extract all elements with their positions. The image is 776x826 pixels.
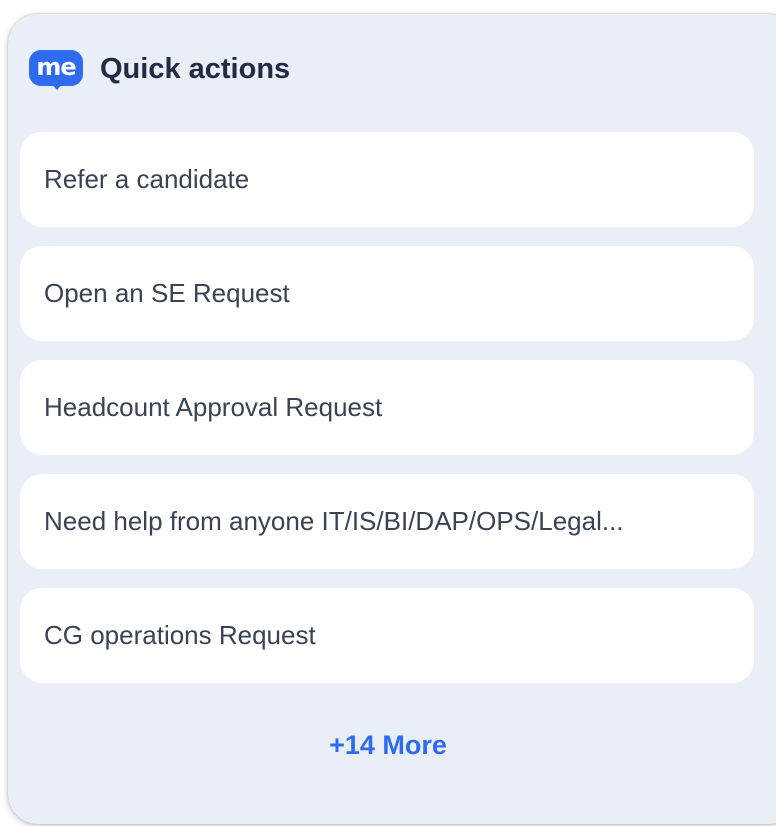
action-label: Headcount Approval Request bbox=[44, 392, 383, 422]
action-label: Open an SE Request bbox=[44, 278, 290, 308]
action-label: Need help from anyone IT/IS/BI/DAP/OPS/L… bbox=[44, 506, 624, 536]
action-label: Refer a candidate bbox=[44, 164, 250, 194]
action-headcount-approval[interactable]: Headcount Approval Request bbox=[20, 360, 754, 455]
quick-actions-list: Refer a candidate Open an SE Request Hea… bbox=[20, 132, 754, 702]
action-refer-candidate[interactable]: Refer a candidate bbox=[20, 132, 754, 227]
me-logo-icon: me bbox=[29, 48, 83, 90]
logo-text: me bbox=[29, 50, 83, 86]
more-actions-link[interactable]: +14 More bbox=[0, 730, 776, 761]
widget-title: Quick actions bbox=[100, 52, 291, 85]
action-label: CG operations Request bbox=[44, 620, 316, 650]
quick-actions-header: me Quick actions bbox=[29, 46, 290, 92]
action-open-se-request[interactable]: Open an SE Request bbox=[20, 246, 754, 341]
action-cg-operations[interactable]: CG operations Request bbox=[20, 588, 754, 683]
action-need-help[interactable]: Need help from anyone IT/IS/BI/DAP/OPS/L… bbox=[20, 474, 754, 569]
